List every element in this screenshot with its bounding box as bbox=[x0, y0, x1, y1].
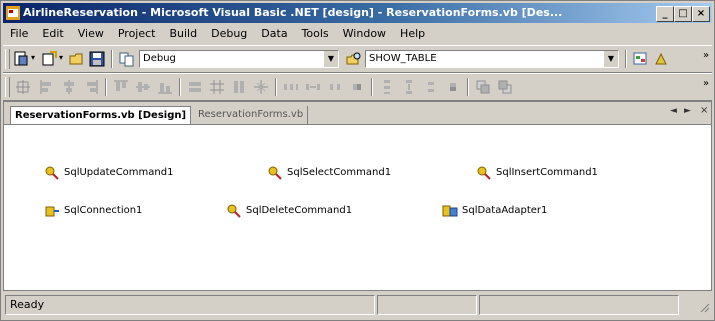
layout-toolbar: » bbox=[3, 73, 712, 101]
new-project-icon[interactable] bbox=[13, 51, 29, 67]
align-tops-icon[interactable] bbox=[113, 79, 129, 95]
align-to-grid-icon[interactable] bbox=[15, 79, 31, 95]
standard-toolbar: ▾ ▾ Debug ▼ SHOW_TABLE ▼ » bbox=[3, 45, 712, 73]
save-icon[interactable] bbox=[89, 51, 105, 67]
resize-grip-icon[interactable] bbox=[698, 301, 710, 313]
close-document-icon[interactable]: × bbox=[700, 105, 708, 116]
toolbar-grip[interactable] bbox=[5, 49, 10, 69]
maximize-button[interactable]: □ bbox=[674, 6, 692, 22]
toolbar-overflow-icon[interactable]: » bbox=[703, 50, 709, 61]
make-same-size-icon[interactable] bbox=[253, 79, 269, 95]
solution-configuration-select[interactable]: Debug ▼ bbox=[139, 50, 339, 68]
dropdown-arrow-icon[interactable]: ▾ bbox=[31, 53, 35, 62]
toolbar-grip[interactable] bbox=[5, 77, 10, 97]
component-item[interactable]: SqlInsertCommand1 bbox=[476, 164, 676, 182]
properties-icon[interactable] bbox=[653, 51, 669, 67]
scroll-tabs-right-icon[interactable]: ► bbox=[684, 106, 691, 116]
solution-explorer-icon[interactable] bbox=[633, 51, 649, 67]
tab-code-view[interactable]: ReservationForms.vb bbox=[194, 106, 309, 124]
sql-command-icon bbox=[268, 166, 282, 180]
horizontal-spacing-increase-icon[interactable] bbox=[305, 79, 321, 95]
scroll-tabs-left-icon[interactable]: ◄ bbox=[670, 106, 677, 116]
add-item-icon[interactable] bbox=[41, 51, 57, 67]
bring-to-front-icon[interactable] bbox=[475, 79, 491, 95]
toolbar-separator bbox=[275, 78, 277, 96]
menu-window[interactable]: Window bbox=[336, 25, 393, 43]
find-combo-value: SHOW_TABLE bbox=[369, 53, 437, 64]
component-label: SqlDeleteCommand1 bbox=[246, 205, 353, 216]
title-bar[interactable]: AirlineReservation - Microsoft Visual Ba… bbox=[3, 3, 712, 23]
copy-icon[interactable] bbox=[119, 51, 135, 67]
sql-command-icon bbox=[45, 166, 59, 180]
sql-command-icon bbox=[227, 204, 241, 218]
menu-edit[interactable]: Edit bbox=[35, 25, 70, 43]
component-label: SqlSelectCommand1 bbox=[287, 167, 392, 178]
toolbar-separator bbox=[111, 50, 113, 68]
size-to-grid-icon[interactable] bbox=[209, 79, 225, 95]
status-panel bbox=[479, 295, 679, 315]
menu-file[interactable]: File bbox=[3, 25, 35, 43]
vertical-spacing-equal-icon[interactable] bbox=[379, 79, 395, 95]
component-item[interactable]: SqlDeleteCommand1 bbox=[226, 202, 416, 220]
component-label: SqlDataAdapter1 bbox=[462, 205, 548, 216]
find-combo[interactable]: SHOW_TABLE ▼ bbox=[365, 50, 619, 68]
align-middles-icon[interactable] bbox=[135, 79, 151, 95]
sql-connection-icon bbox=[45, 206, 59, 217]
vs-app-icon bbox=[6, 6, 20, 20]
window-title: AirlineReservation - Microsoft Visual Ba… bbox=[23, 6, 563, 19]
make-same-height-icon[interactable] bbox=[231, 79, 247, 95]
dropdown-arrow-icon[interactable]: ▾ bbox=[59, 53, 63, 62]
sql-data-adapter-icon bbox=[442, 205, 458, 217]
status-text: Ready bbox=[5, 295, 375, 315]
toolbar-separator bbox=[467, 78, 469, 96]
menu-debug[interactable]: Debug bbox=[204, 25, 254, 43]
menu-build[interactable]: Build bbox=[162, 25, 204, 43]
toolbar-separator bbox=[371, 78, 373, 96]
open-file-icon[interactable] bbox=[69, 51, 85, 67]
component-item[interactable]: SqlSelectCommand1 bbox=[267, 164, 457, 182]
chevron-down-icon[interactable]: ▼ bbox=[603, 51, 618, 67]
horizontal-spacing-equal-icon[interactable] bbox=[283, 79, 299, 95]
toolbar-overflow-icon[interactable]: » bbox=[703, 78, 709, 89]
align-bottoms-icon[interactable] bbox=[157, 79, 173, 95]
align-lefts-icon[interactable] bbox=[39, 79, 55, 95]
toolbar-separator bbox=[179, 78, 181, 96]
component-item[interactable]: SqlConnection1 bbox=[44, 202, 204, 220]
menu-data[interactable]: Data bbox=[254, 25, 294, 43]
menu-tools[interactable]: Tools bbox=[295, 25, 336, 43]
vertical-spacing-decrease-icon[interactable] bbox=[423, 79, 439, 95]
solution-configuration-value: Debug bbox=[143, 53, 176, 64]
find-in-files-icon[interactable] bbox=[346, 51, 362, 67]
sql-command-icon bbox=[477, 166, 491, 180]
vertical-spacing-increase-icon[interactable] bbox=[401, 79, 417, 95]
component-label: SqlUpdateCommand1 bbox=[64, 167, 174, 178]
align-rights-icon[interactable] bbox=[83, 79, 99, 95]
component-item[interactable]: SqlDataAdapter1 bbox=[442, 202, 622, 220]
horizontal-spacing-decrease-icon[interactable] bbox=[327, 79, 343, 95]
toolbar-separator bbox=[105, 78, 107, 96]
menu-project[interactable]: Project bbox=[111, 25, 163, 43]
component-item[interactable]: SqlUpdateCommand1 bbox=[44, 164, 224, 182]
status-panel bbox=[377, 295, 477, 315]
align-centers-icon[interactable] bbox=[61, 79, 77, 95]
chevron-down-icon[interactable]: ▼ bbox=[323, 51, 338, 67]
horizontal-spacing-remove-icon[interactable] bbox=[349, 79, 365, 95]
close-button[interactable]: × bbox=[692, 6, 710, 22]
menu-bar: File Edit View Project Build Debug Data Tools Wi… bbox=[3, 25, 712, 43]
vertical-spacing-remove-icon[interactable] bbox=[445, 79, 461, 95]
send-to-back-icon[interactable] bbox=[497, 79, 513, 95]
ide-window: AirlineReservation - Microsoft Visual Ba… bbox=[0, 0, 715, 321]
component-tray: ReservationForms.vb [Design] Reservation… bbox=[3, 101, 712, 291]
component-label: SqlConnection1 bbox=[64, 205, 143, 216]
menu-view[interactable]: View bbox=[71, 25, 111, 43]
tab-design-view[interactable]: ReservationForms.vb [Design] bbox=[10, 106, 192, 124]
component-label: SqlInsertCommand1 bbox=[496, 167, 598, 178]
document-tab-strip: ReservationForms.vb [Design] Reservation… bbox=[4, 102, 711, 125]
status-bar: Ready bbox=[3, 293, 712, 317]
menu-help[interactable]: Help bbox=[393, 25, 432, 43]
toolbar-separator bbox=[625, 50, 627, 68]
make-same-width-icon[interactable] bbox=[187, 79, 203, 95]
minimize-button[interactable]: _ bbox=[656, 6, 674, 22]
